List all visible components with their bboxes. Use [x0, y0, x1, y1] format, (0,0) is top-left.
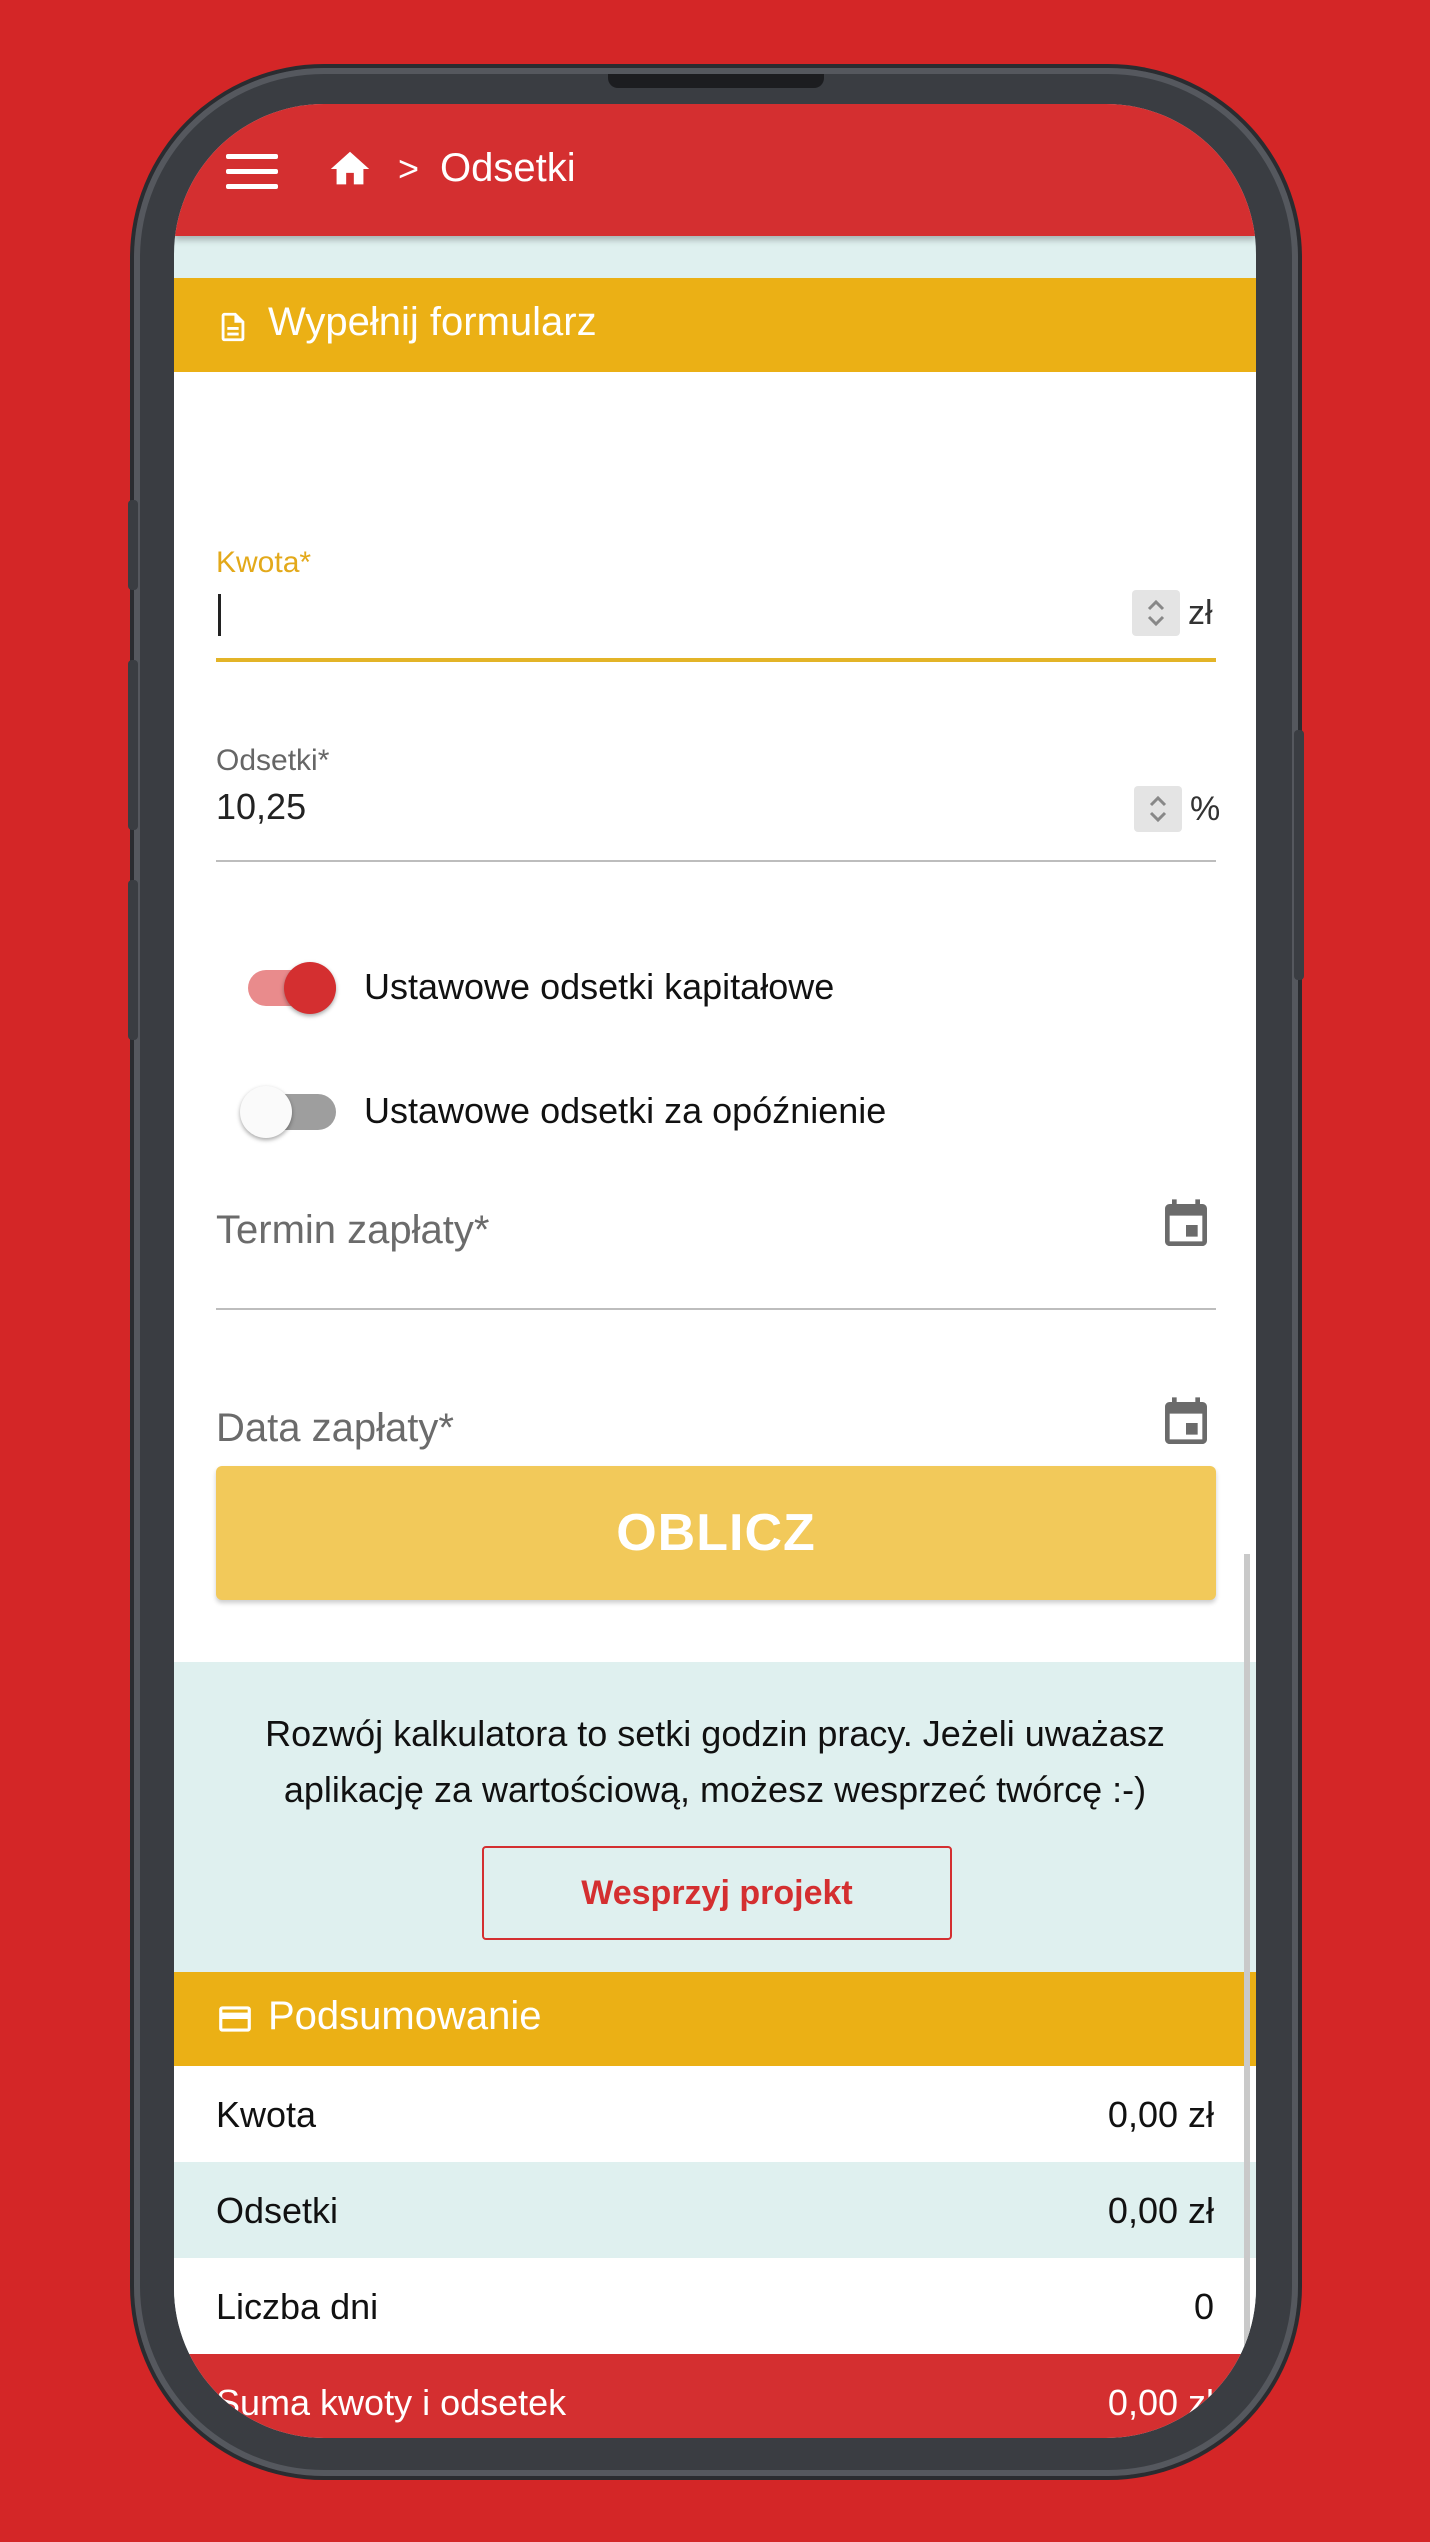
summary-row-amount: Kwota 0,00 zł: [174, 2066, 1256, 2162]
form-section-header: Wypełnij formularz: [174, 278, 1256, 372]
interest-label: Odsetki*: [216, 744, 330, 777]
interest-input[interactable]: 10,25: [216, 786, 306, 828]
phone-side-button: [128, 880, 138, 1040]
calendar-icon[interactable]: [1158, 1196, 1214, 1254]
toggle-label: Ustawowe odsetki kapitałowe: [364, 966, 835, 1007]
toggle-label: Ustawowe odsetki za opóźnienie: [364, 1090, 887, 1131]
summary-row-interest: Odsetki 0,00 zł: [174, 2162, 1256, 2258]
calendar-icon[interactable]: [1158, 1394, 1214, 1452]
app-screen: > Odsetki Wypełnij formularz Kwota* zł O…: [174, 104, 1256, 2438]
summary-label: Odsetki: [216, 2190, 339, 2231]
summary-value: 0,00 zł: [1107, 2382, 1214, 2423]
summary-row-days: Liczba dni 0: [174, 2258, 1256, 2354]
amount-input[interactable]: [216, 588, 1096, 634]
due-date-input[interactable]: Termin zapłaty*: [216, 1208, 489, 1253]
menu-icon[interactable]: [226, 154, 278, 190]
interest-stepper[interactable]: [1134, 786, 1182, 832]
support-project-button[interactable]: Wesprzyj projekt: [482, 1846, 952, 1940]
breadcrumb-separator: >: [398, 148, 420, 189]
amount-stepper[interactable]: [1132, 590, 1180, 636]
interest-suffix: %: [1190, 790, 1221, 828]
payment-date-input[interactable]: Data zapłaty*: [216, 1406, 454, 1451]
summary-value: 0,00 zł: [1107, 2190, 1214, 2231]
phone-notch: [608, 74, 824, 88]
amount-label: Kwota*: [216, 546, 312, 579]
summary-label: Suma kwoty i odsetek: [216, 2382, 567, 2423]
support-message: Rozwój kalkulatora to setki godzin pracy…: [265, 1713, 1165, 1810]
credit-card-icon: [219, 2006, 251, 2032]
phone-power-button: [1294, 730, 1304, 980]
summary-value: 0: [1193, 2286, 1214, 2327]
summary-row-total: Suma kwoty i odsetek 0,00 zł: [174, 2354, 1256, 2438]
amount-underline: [216, 658, 1216, 662]
top-app-bar: > Odsetki: [174, 104, 1256, 236]
summary-section-title: Podsumowanie: [268, 1994, 542, 2038]
document-icon: [221, 312, 245, 342]
due-date-underline: [216, 1308, 1216, 1310]
summary-section-header: Podsumowanie: [174, 1972, 1256, 2066]
form-section-title: Wypełnij formularz: [268, 300, 597, 344]
phone-side-button: [128, 500, 138, 590]
summary-label: Liczba dni: [216, 2286, 379, 2327]
summary-label: Kwota: [216, 2094, 317, 2135]
phone-side-button: [128, 660, 138, 830]
toggle-knob[interactable]: [240, 1086, 292, 1138]
toggle-knob[interactable]: [284, 962, 336, 1014]
amount-suffix: zł: [1188, 594, 1213, 632]
home-icon[interactable]: [326, 146, 374, 192]
interest-underline: [216, 860, 1216, 862]
calculate-button[interactable]: OBLICZ: [216, 1466, 1216, 1600]
scrollbar[interactable]: [1244, 1554, 1250, 2434]
summary-value: 0,00 zł: [1107, 2094, 1214, 2135]
text-caret: [218, 594, 221, 636]
page-title: Odsetki: [440, 146, 576, 190]
